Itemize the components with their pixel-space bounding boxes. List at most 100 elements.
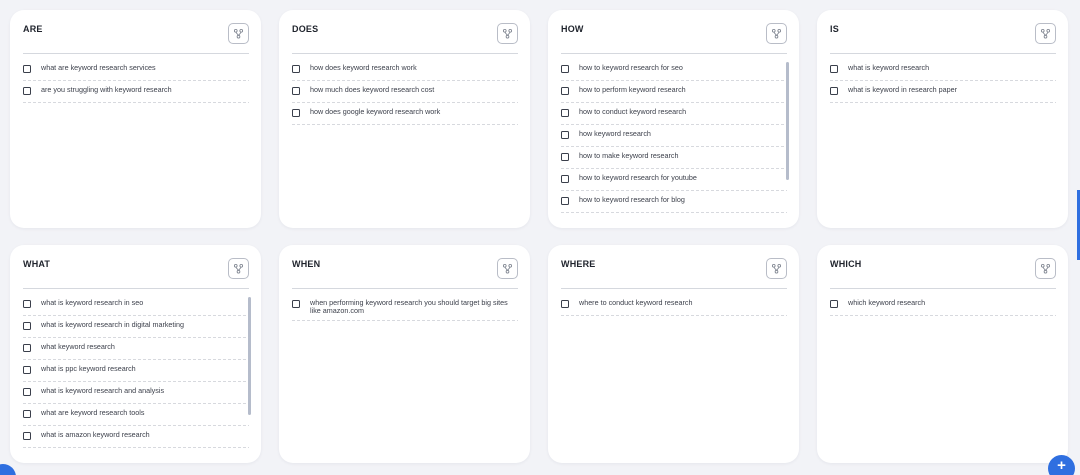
keyword-text: what is keyword research — [848, 63, 930, 72]
card-title: WHICH — [830, 259, 862, 269]
checkbox[interactable] — [23, 322, 31, 330]
card-title: DOES — [292, 24, 319, 34]
card-title: WHAT — [23, 259, 51, 269]
keyword-text: what is keyword research in digital mark… — [41, 320, 185, 329]
list-item[interactable]: what keyword research — [23, 338, 249, 360]
checkbox[interactable] — [23, 87, 31, 95]
list-item[interactable]: which keyword research — [830, 294, 1056, 316]
keyword-text: when performing keyword research you sho… — [310, 298, 508, 315]
keyword-text: how to keyword research for youtube — [579, 173, 697, 182]
share-button[interactable] — [1035, 258, 1056, 279]
list-item[interactable]: what is ppc keyword research — [23, 360, 249, 382]
share-icon — [233, 28, 244, 39]
list-item[interactable]: how to conduct keyword research — [561, 103, 787, 125]
card-title: HOW — [561, 24, 584, 34]
checkbox[interactable] — [292, 87, 300, 95]
list-item[interactable]: how to keyword research for youtube — [561, 169, 787, 191]
checkbox[interactable] — [23, 388, 31, 396]
list-item[interactable]: how to make keyword research — [561, 147, 787, 169]
checkbox[interactable] — [561, 197, 569, 205]
share-button[interactable] — [228, 23, 249, 44]
card-header: WHICH — [830, 245, 1056, 289]
keyword-list: which keyword research — [830, 294, 1056, 449]
scrollbar[interactable] — [786, 62, 789, 180]
checkbox[interactable] — [561, 87, 569, 95]
checkbox[interactable] — [561, 175, 569, 183]
card-where: WHERE where to conduct keyword research — [548, 245, 799, 463]
checkbox[interactable] — [23, 300, 31, 308]
card-are: ARE what are keyword research services a… — [10, 10, 261, 228]
keyword-list: how does keyword research work how much … — [292, 59, 518, 214]
share-button[interactable] — [766, 258, 787, 279]
list-item[interactable]: what is keyword research — [830, 59, 1056, 81]
list-item[interactable]: how keyword research — [561, 125, 787, 147]
list-item[interactable]: where to conduct keyword research — [561, 294, 787, 316]
keyword-text: what are keyword research tools — [41, 408, 145, 417]
list-item[interactable]: how to keyword research for seo — [561, 59, 787, 81]
share-icon — [1040, 28, 1051, 39]
share-icon — [502, 28, 513, 39]
keyword-text: how to keyword research for seo — [579, 63, 683, 72]
card-title: IS — [830, 24, 839, 34]
list-item[interactable]: how much does keyword research cost — [292, 81, 518, 103]
scrollbar[interactable] — [248, 297, 251, 415]
keyword-list: what are keyword research services are y… — [23, 59, 249, 214]
card-title: WHEN — [292, 259, 321, 269]
share-button[interactable] — [497, 258, 518, 279]
list-item[interactable]: how to keyword research for blog — [561, 191, 787, 213]
checkbox[interactable] — [561, 153, 569, 161]
list-item[interactable]: what are keyword research tools — [23, 404, 249, 426]
help-bubble[interactable] — [0, 464, 16, 475]
card-header: WHEN — [292, 245, 518, 289]
list-item[interactable]: what is keyword research and analysis — [23, 382, 249, 404]
share-button[interactable] — [1035, 23, 1056, 44]
card-header: ARE — [23, 10, 249, 54]
keyword-list: what is keyword research what is keyword… — [830, 59, 1056, 214]
keyword-text: are you struggling with keyword research — [41, 85, 172, 94]
keyword-text: what is amazon keyword research — [41, 430, 150, 439]
share-button[interactable] — [766, 23, 787, 44]
list-item[interactable]: what is keyword research in seo — [23, 294, 249, 316]
share-button[interactable] — [228, 258, 249, 279]
keyword-text: what is keyword research in seo — [41, 298, 144, 307]
checkbox[interactable] — [561, 109, 569, 117]
card-header: HOW — [561, 10, 787, 54]
keyword-text: which keyword research — [848, 298, 926, 307]
checkbox[interactable] — [561, 65, 569, 73]
card-which: WHICH which keyword research — [817, 245, 1068, 463]
keyword-text: how does keyword research work — [310, 63, 417, 72]
checkbox[interactable] — [23, 410, 31, 418]
checkbox[interactable] — [23, 344, 31, 352]
list-item[interactable]: what are keyword research services — [23, 59, 249, 81]
checkbox[interactable] — [561, 300, 569, 308]
keyword-text: how much does keyword research cost — [310, 85, 435, 94]
card-does: DOES how does keyword research work how … — [279, 10, 530, 228]
list-item[interactable]: what is amazon keyword research — [23, 426, 249, 448]
checkbox[interactable] — [23, 366, 31, 374]
checkbox[interactable] — [292, 300, 300, 308]
checkbox[interactable] — [292, 109, 300, 117]
list-item[interactable]: are you struggling with keyword research — [23, 81, 249, 103]
list-item[interactable]: what is keyword research in digital mark… — [23, 316, 249, 338]
card-header: IS — [830, 10, 1056, 54]
share-button[interactable] — [497, 23, 518, 44]
keyword-text: what is keyword in research paper — [848, 85, 958, 94]
checkbox[interactable] — [561, 131, 569, 139]
card-when: WHEN when performing keyword research yo… — [279, 245, 530, 463]
list-item[interactable]: how to perform keyword research — [561, 81, 787, 103]
checkbox[interactable] — [830, 65, 838, 73]
keyword-text: how to perform keyword research — [579, 85, 686, 94]
list-item[interactable]: how does keyword research work — [292, 59, 518, 81]
list-item[interactable]: how does google keyword research work — [292, 103, 518, 125]
checkbox[interactable] — [23, 65, 31, 73]
keyword-text: how to make keyword research — [579, 151, 679, 160]
checkbox[interactable] — [830, 87, 838, 95]
checkbox[interactable] — [830, 300, 838, 308]
checkbox[interactable] — [292, 65, 300, 73]
add-button[interactable]: + — [1048, 455, 1075, 475]
list-item[interactable]: when performing keyword research you sho… — [292, 294, 518, 322]
checkbox[interactable] — [23, 432, 31, 440]
keyword-text: what is ppc keyword research — [41, 364, 136, 373]
list-item[interactable]: what is keyword in research paper — [830, 81, 1056, 103]
share-icon — [502, 263, 513, 274]
